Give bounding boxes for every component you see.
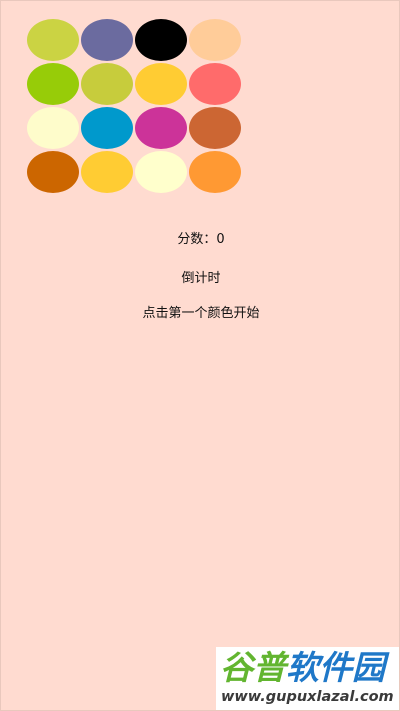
color-dot-r1-c4[interactable] (189, 19, 241, 61)
color-dot-r3-c2[interactable] (81, 107, 133, 149)
color-dot-r2-c4[interactable] (189, 63, 241, 105)
watermark-brand-green: 谷普 (220, 648, 286, 687)
site-watermark: 谷普软件园 www.gupuxlazal.com (216, 647, 399, 710)
color-dot-r1-c1[interactable] (27, 19, 79, 61)
color-dot-r4-c1[interactable] (27, 151, 79, 193)
color-dot-r3-c3[interactable] (135, 107, 187, 149)
color-dot-r4-c3[interactable] (135, 151, 187, 193)
countdown-label: 倒计时 (181, 271, 221, 286)
color-dot-r2-c1[interactable] (27, 63, 79, 105)
watermark-logo: 谷普软件园 (220, 649, 385, 687)
color-dot-r3-c4[interactable] (189, 107, 241, 149)
color-dot-r4-c2[interactable] (81, 151, 133, 193)
start-hint: 点击第一个颜色开始 (142, 306, 260, 321)
watermark-url: www.gupuxlazal.com (221, 689, 394, 705)
game-screen: 分数：0 倒计时 点击第一个颜色开始 谷普软件园 www.gupuxlazal.… (0, 0, 400, 711)
watermark-brand-blue: 软件园 (286, 648, 385, 687)
score-label: 分数：0 (177, 232, 225, 247)
color-dot-r1-c2[interactable] (81, 19, 133, 61)
color-dot-r1-c3[interactable] (135, 19, 187, 61)
color-dot-r3-c1[interactable] (27, 107, 79, 149)
color-dot-r2-c2[interactable] (81, 63, 133, 105)
color-dot-r4-c4[interactable] (189, 151, 241, 193)
color-board (27, 19, 241, 195)
color-dot-r2-c3[interactable] (135, 63, 187, 105)
